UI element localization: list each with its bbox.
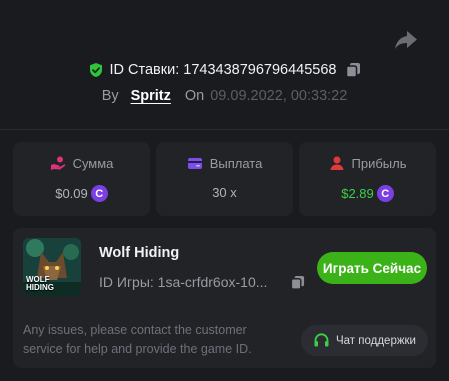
- game-title: Wolf Hiding: [99, 245, 180, 261]
- headset-icon: [314, 333, 329, 347]
- shield-check-icon: [89, 63, 102, 77]
- stat-amount: Сумма $0.09 C: [13, 142, 150, 216]
- coin-c-icon: C: [376, 185, 394, 202]
- bet-date: 09.09.2022, 00:33:22: [210, 88, 348, 104]
- stat-profit-label: Прибыль: [351, 155, 407, 171]
- share-arrow-icon: [395, 31, 417, 49]
- play-now-button[interactable]: Играть Сейчас: [317, 252, 427, 284]
- stat-payout-value: 30 x: [212, 185, 237, 200]
- coin-c-icon: C: [90, 185, 108, 202]
- support-chat-label: Чат поддержки: [335, 334, 416, 347]
- stat-profit-value: $2.89: [341, 186, 374, 201]
- wallet-card-icon: [187, 158, 202, 169]
- game-id: ID Игры: 1sa-crfdr6ox-10...: [99, 274, 268, 290]
- stat-payout-value-row: 30 x: [156, 185, 293, 200]
- bet-id-row: ID Ставки: 1743438796796445568: [0, 60, 449, 80]
- stat-profit-header: Прибыль: [299, 155, 436, 171]
- hand-coin-icon: [50, 156, 65, 170]
- divider: [0, 129, 449, 130]
- stat-profit-value-row: $2.89 C: [299, 185, 436, 202]
- game-card: WOLF HIDING Wolf Hiding ID Игры: 1sa-crf…: [13, 228, 436, 368]
- username-link[interactable]: Spritz: [131, 88, 171, 104]
- stat-profit: Прибыль $2.89 C: [299, 142, 436, 216]
- game-thumbnail[interactable]: WOLF HIDING: [23, 238, 81, 296]
- thumbnail-title: WOLF HIDING: [26, 275, 54, 292]
- stat-payout-header: Выплата: [156, 155, 293, 171]
- bet-author-row: By Spritz On 09.09.2022, 00:33:22: [0, 86, 449, 106]
- support-chat-button[interactable]: Чат поддержки: [301, 325, 428, 356]
- stat-amount-header: Сумма: [13, 155, 150, 171]
- copy-icon[interactable]: [345, 62, 361, 78]
- bet-id-text: ID Ставки: 1743438796796445568: [109, 62, 337, 78]
- stat-payout: Выплата 30 x: [156, 142, 293, 216]
- by-label: By: [101, 88, 119, 104]
- stat-payout-label: Выплата: [209, 155, 263, 171]
- copy-icon[interactable]: [290, 275, 305, 290]
- support-info-text: Any issues, please contact the customer …: [23, 323, 252, 356]
- stat-amount-value-row: $0.09 C: [13, 185, 150, 202]
- share-button[interactable]: [394, 29, 418, 51]
- stat-amount-value: $0.09: [55, 186, 88, 201]
- stat-amount-label: Сумма: [72, 155, 114, 171]
- on-label: On: [184, 88, 205, 104]
- profit-user-icon: [330, 156, 343, 170]
